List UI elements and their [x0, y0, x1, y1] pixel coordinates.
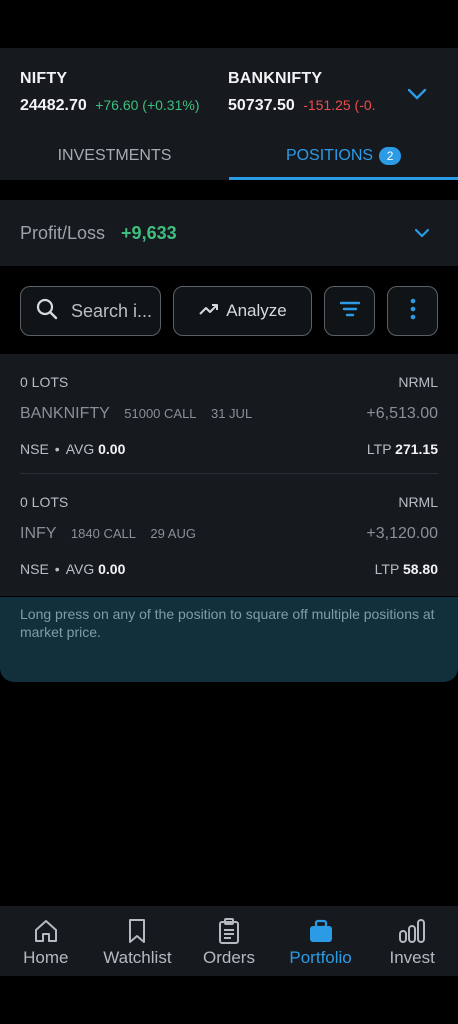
nav-label: Home [23, 948, 69, 967]
tab-investments[interactable]: INVESTMENTS [0, 132, 229, 180]
analyze-label: Analyze [226, 301, 287, 320]
position-ltp: 58.80 [402, 561, 438, 577]
index-change: -151.25 (-0. [303, 97, 376, 113]
separator-dot: • [54, 561, 60, 577]
nav-orders[interactable]: Orders [183, 906, 275, 976]
position-avg: 0.00 [98, 441, 126, 457]
nav-home[interactable]: Home [0, 906, 92, 976]
tab-label: POSITIONS [285, 147, 374, 164]
positions-count-badge: 2 [379, 147, 402, 165]
index-price: 24482.70 [20, 97, 87, 114]
analyze-button[interactable]: Analyze [173, 286, 312, 336]
positions-list: 0 LOTS NRML BANKNIFTY 51000 CALL 31 JUL … [0, 354, 458, 596]
home-icon [34, 920, 57, 942]
position-product: NRML [398, 494, 438, 510]
position-pnl: +6,513.00 [366, 405, 438, 422]
filter-button[interactable] [324, 286, 375, 336]
avg-label: AVG [65, 441, 95, 457]
position-symbol: INFY [20, 525, 57, 542]
chevron-down-icon[interactable] [402, 82, 432, 106]
search-icon [35, 297, 59, 326]
search-placeholder: Search i... [71, 300, 153, 321]
nav-label: Watchlist [103, 948, 172, 967]
chevron-down-icon[interactable] [408, 222, 436, 244]
ltp-label: LTP [366, 441, 392, 457]
position-lots: 0 LOTS [20, 374, 69, 390]
briefcase-icon [309, 919, 332, 942]
position-ltp: 271.15 [395, 441, 438, 457]
tab-positions[interactable]: POSITIONS 2 [229, 132, 458, 180]
index-name: BANKNIFTY [228, 70, 323, 87]
search-input[interactable]: Search i... [20, 286, 161, 336]
positions-toolbar: Search i... Analyze [20, 286, 438, 336]
nav-portfolio[interactable]: Portfolio [275, 906, 367, 976]
nav-label: Orders [203, 948, 255, 967]
position-avg: 0.00 [98, 561, 126, 577]
index-name: NIFTY [20, 70, 68, 87]
nav-label: Invest [389, 948, 435, 967]
ltp-label: LTP [374, 561, 400, 577]
position-symbol: BANKNIFTY [20, 405, 110, 422]
position-expiry: 29 AUG [150, 526, 196, 541]
bottom-navigation: Home Watchlist Orders Portfolio Invest [0, 906, 458, 976]
position-strike: 51000 CALL [124, 406, 197, 421]
profit-loss-card[interactable]: Profit/Loss +9,633 [0, 200, 458, 266]
more-options-button[interactable] [387, 286, 438, 336]
invest-bars-icon [399, 919, 426, 943]
position-row[interactable]: 0 LOTS NRML BANKNIFTY 51000 CALL 31 JUL … [20, 354, 438, 474]
status-bar-space [0, 0, 458, 48]
position-strike: 1840 CALL [70, 526, 136, 541]
position-pnl: +3,120.00 [366, 525, 438, 542]
position-exchange: NSE [20, 561, 49, 577]
nav-watchlist[interactable]: Watchlist [92, 906, 184, 976]
index-ticker-bar: NIFTY 24482.70 +76.60 (+0.31%) BANKNIFTY… [0, 48, 458, 180]
bookmark-icon [129, 919, 146, 943]
position-product: NRML [398, 374, 438, 390]
index-nifty[interactable]: NIFTY 24482.70 +76.60 (+0.31%) [20, 70, 199, 115]
portfolio-tabs: INVESTMENTS POSITIONS 2 [0, 132, 458, 180]
more-vertical-icon [410, 298, 416, 325]
tab-label: INVESTMENTS [57, 147, 172, 164]
index-banknifty[interactable]: BANKNIFTY 50737.50 -151.25 (-0. [228, 70, 388, 115]
position-lots: 0 LOTS [20, 494, 69, 510]
index-price: 50737.50 [228, 97, 295, 114]
position-expiry: 31 JUL [210, 406, 253, 421]
position-row[interactable]: 0 LOTS NRML INFY 1840 CALL 29 AUG +3,120… [20, 474, 438, 594]
index-change: +76.60 (+0.31%) [95, 97, 200, 113]
nav-invest[interactable]: Invest [366, 906, 458, 976]
separator-dot: • [54, 441, 60, 457]
avg-label: AVG [65, 561, 95, 577]
nav-label: Portfolio [289, 948, 352, 967]
profit-loss-label: Profit/Loss [20, 222, 106, 243]
square-off-hint: Long press on any of the position to squ… [0, 597, 458, 682]
profit-loss-value: +9,633 [121, 222, 177, 243]
position-exchange: NSE [20, 441, 49, 457]
clipboard-icon [218, 918, 239, 944]
filter-icon [339, 301, 360, 322]
trending-up-icon [198, 301, 220, 322]
